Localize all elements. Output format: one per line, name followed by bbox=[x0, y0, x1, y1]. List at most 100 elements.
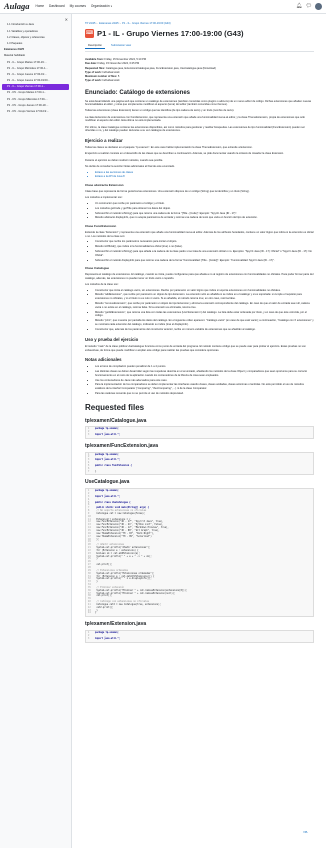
list-item: Los métodos getCode y getTitle para obte… bbox=[95, 207, 314, 211]
paragraph: El método "main" de la clase pública Use… bbox=[85, 344, 306, 352]
intro-section: Se está desarrollando una página web que… bbox=[85, 100, 314, 133]
brand-logo[interactable]: Aulaga bbox=[4, 1, 30, 12]
list-item: Método "addExtension", que recibe por pa… bbox=[95, 293, 314, 300]
messages-icon[interactable]: 💬︎ bbox=[306, 3, 312, 10]
statement-heading: Enunciado: Catálogo de extensiones bbox=[85, 89, 191, 96]
breadcrumb-item[interactable]: P1 - IL - Grupo Viernes 17:00-19:00 (G43… bbox=[122, 22, 170, 25]
code-text: public class UseCatalogue { bbox=[95, 500, 131, 504]
tab-submission-view[interactable]: Submission view bbox=[108, 43, 134, 50]
paragraph: Representa el catálogo de extensiones. E… bbox=[85, 272, 314, 280]
list-item: Método "print", que muestra por pantalla… bbox=[95, 319, 314, 326]
code-block: 1 package tp.examen; 2 3 import java.util.*… bbox=[85, 630, 314, 643]
code-text: package tp.examen; bbox=[95, 452, 119, 456]
code-text: import java.util.*; bbox=[95, 432, 121, 436]
code-text: import java.util.*; bbox=[95, 494, 121, 498]
notes-heading: Notas adicionales bbox=[85, 357, 122, 363]
list-item: Método abstracto displayInfo, que no ace… bbox=[95, 216, 314, 220]
paragraph: Los métodos de la clase son: bbox=[85, 282, 119, 286]
chevron-down-icon: ▾ bbox=[110, 5, 113, 9]
catalogue-class-heading: Clase Catalogue bbox=[85, 266, 110, 271]
sidebar-item[interactable]: P1 - DV - Grupo Viernes 17:00-19:... bbox=[2, 109, 69, 115]
extension-methods-list: Un constructor que recibe por parámetro … bbox=[95, 202, 314, 220]
paragraph: Se está desarrollando una página web que… bbox=[85, 99, 312, 107]
activity-tabs: Descripción Submission view bbox=[85, 43, 314, 53]
code-text: Catalogue cat = new Catalogue(false); bbox=[95, 511, 146, 515]
meta-value: Friday, 15 November 2024, 6:25 PM bbox=[96, 62, 140, 66]
line-number: 7 bbox=[88, 469, 90, 473]
tab-descripcion[interactable]: Descripción bbox=[85, 43, 106, 50]
nav-dashboard[interactable]: Dashboard bbox=[49, 4, 65, 8]
list-item: Para la implementación de los comparador… bbox=[95, 383, 314, 390]
activity-meta: Available from: Friday, 15 November 2024… bbox=[85, 58, 314, 83]
notifications-icon[interactable]: 🔔︎ bbox=[296, 3, 302, 10]
extension-class-desc: Clase base que representa de forma genér… bbox=[85, 190, 314, 200]
paragraph: Todas las extensiones (clase Extension) … bbox=[85, 109, 235, 113]
list-item: Constructor que, además de los parámetro… bbox=[95, 328, 314, 332]
nav-home[interactable]: Home bbox=[36, 4, 45, 8]
user-avatar[interactable] bbox=[315, 3, 322, 10]
exercise-links: Enlace a las secciones de clasesEnlace a… bbox=[95, 171, 314, 180]
usage-heading: Uso y prueba del ejercicio bbox=[85, 336, 139, 342]
code-text: import java.util.*; bbox=[95, 636, 121, 640]
list-item[interactable]: Enlace a la API de Java 8 bbox=[95, 175, 314, 179]
funcextension-methods-list: Constructor que recibe los parámetros ne… bbox=[95, 240, 314, 262]
paragraph: Durante el ejercicio se deben restituir … bbox=[85, 158, 164, 162]
paragraph: Los métodos a implementar son: bbox=[85, 196, 123, 200]
topbar-right: 🔔︎ 💬︎ bbox=[293, 3, 322, 10]
list-item: Para las cadenas recuerde que no se perm… bbox=[95, 392, 314, 396]
list-item: Constructor que inicia el catálogo vacío… bbox=[95, 289, 314, 293]
list-item[interactable]: Enlace a las secciones de clases bbox=[95, 171, 314, 175]
meta-value: Friday, 15 November 2024, 5:10 PM bbox=[103, 58, 146, 62]
meta-key: Type of work: bbox=[85, 70, 102, 74]
meta-key: Maximum number of files: bbox=[85, 74, 118, 78]
nav-organizacion[interactable]: Organización▾ bbox=[91, 4, 112, 9]
code-text: cat.print(); bbox=[95, 563, 113, 567]
code-block: 1 package tp.examen; 2 3 import java.util.*… bbox=[85, 426, 314, 439]
list-item: Constructor que recibe los parámetros ne… bbox=[95, 240, 314, 244]
paragraph: Todas las clases se declaran en el paque… bbox=[85, 146, 253, 150]
code-text: package tp.examen; bbox=[95, 631, 119, 635]
list-item: Sobrescribir el método toString() para q… bbox=[95, 250, 314, 257]
paragraph: No olvide de consultar la sección Notas … bbox=[85, 164, 175, 168]
funcextension-desc: Extiende la clase "Extension" y represen… bbox=[85, 231, 314, 238]
line-number: 3 bbox=[88, 636, 90, 640]
code-text: cat.print(); bbox=[95, 594, 113, 598]
breadcrumb-item[interactable]: TP 24/25 bbox=[85, 22, 95, 25]
close-sidebar-icon[interactable]: ✕ bbox=[65, 17, 68, 22]
breadcrumb-item[interactable]: Exámenes 24/25 bbox=[99, 22, 118, 25]
list-item: Las distintas clases se deben desarrolla… bbox=[95, 370, 314, 377]
requested-files: tp/examen/Catalogue.java 1 package tp.exam… bbox=[85, 418, 314, 643]
sidebar-item[interactable]: P1 - IL - Grupo Jueves 17:00-19:00... bbox=[2, 78, 69, 84]
requested-file-name: tp/examen/FuncExtension.java bbox=[85, 442, 159, 449]
code-text: package tp.examen; bbox=[95, 489, 119, 493]
paragraph: El ejercicio a realizar consiste en el d… bbox=[85, 152, 284, 156]
exercise-heading: Ejercicio a realizar bbox=[85, 137, 123, 143]
code-line: 3 import java.util.*; bbox=[88, 636, 311, 641]
meta-key: Available from: bbox=[85, 58, 104, 62]
code-text: } bbox=[95, 469, 97, 473]
list-item: Sobrescribir el método displayInfo para … bbox=[95, 259, 314, 263]
meta-key: Due date: bbox=[85, 62, 97, 66]
code-block: 1 package tp.examen; 2 3 import java.util.*… bbox=[85, 488, 314, 618]
nav-organizacion-label: Organización bbox=[90, 4, 110, 9]
list-item: Los errores de compilación pueden penali… bbox=[95, 365, 314, 369]
vpl-footer-link[interactable]: VPL bbox=[303, 831, 308, 835]
meta-value: Individual work bbox=[101, 70, 120, 74]
code-text: System.out.println(" " + e.displayInfo()… bbox=[95, 577, 152, 581]
meta-key: Type of work: bbox=[85, 78, 102, 82]
requested-file-name: UseCatalogue.java bbox=[85, 479, 130, 486]
list-item: Un constructor que recibe por parámetro … bbox=[95, 202, 314, 206]
nav-my-courses[interactable]: My courses bbox=[70, 4, 86, 8]
code-text: import java.util.*; bbox=[95, 458, 121, 462]
sidebar-list: 1.1 Introducción a Java 1.1 Variables y o… bbox=[2, 22, 69, 115]
main-content: TP 24/25› Exámenes 24/25› P1 - IL - Grup… bbox=[72, 14, 326, 848]
code-text: new ThemeExtension("TH - 09", "Solarized… bbox=[95, 534, 152, 538]
meta-value: Individual work bbox=[101, 78, 120, 82]
requested-file-name: tp/examen/Catalogue.java bbox=[85, 417, 147, 424]
paragraph: La clase Extension de extensiones con Fu… bbox=[85, 115, 305, 123]
list-item: Método isOfficial(), que indica si la fu… bbox=[95, 245, 314, 249]
breadcrumb: TP 24/25› Exámenes 24/25› P1 - IL - Grup… bbox=[85, 22, 171, 25]
usage-desc: El método "main" de la clase pública Use… bbox=[85, 345, 314, 352]
page-title: P1 - IL - Grupo Viernes 17:00-19:00 (G43… bbox=[97, 28, 244, 38]
line-number: 44 bbox=[88, 611, 91, 615]
